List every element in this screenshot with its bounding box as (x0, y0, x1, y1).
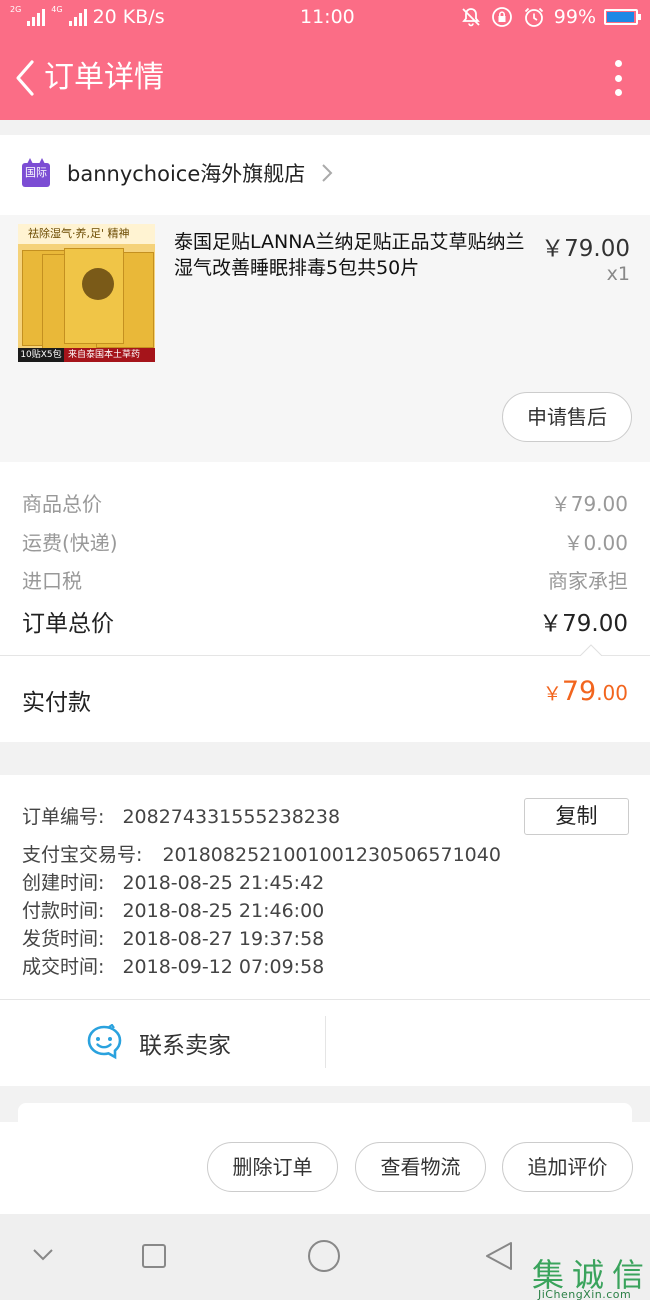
clock: 11:00 (300, 6, 355, 28)
thumbnail-origin: 来自泰国本土草药 (68, 350, 141, 360)
contact-seller-row: 联系卖家 (0, 1000, 650, 1086)
back-arrow-icon[interactable] (10, 56, 40, 100)
shop-row[interactable]: 国际 bannychoice海外旗舰店 (0, 135, 650, 215)
product-quantity: x1 (606, 263, 630, 285)
closed-time: 2018-09-12 07:09:58 (122, 956, 325, 978)
header: 订单详情 (0, 36, 650, 120)
status-left: 2G 4G 20 KB/s (10, 5, 165, 29)
paid-time-row: 付款时间: 2018-08-25 21:46:00 (22, 897, 324, 925)
caret-up-icon (580, 644, 602, 656)
shipping-value: ￥0.00 (563, 531, 628, 555)
home-circle-icon[interactable] (307, 1239, 341, 1273)
contact-seller-label[interactable]: 联系卖家 (139, 1026, 231, 1060)
price-summary: 商品总价 ￥79.00 运费(快递) ￥0.00 进口税 商家承担 订单总价 ￥… (0, 462, 650, 742)
closed-time-row: 成交时间: 2018-09-12 07:09:58 (22, 953, 324, 981)
order-total-value: ￥79.00 (539, 611, 628, 637)
import-tax-value: 商家承担 (548, 569, 628, 593)
paid-amount: ￥79.00 (543, 676, 628, 707)
paid-currency: ￥ (542, 683, 562, 705)
order-info: 订单编号: 208274331555238238 复制 支付宝交易号: 2018… (0, 775, 650, 1000)
product-thumbnail[interactable]: 祛除湿气·养,足' 精神 10贴X5包 来自泰国本土草药 (18, 224, 155, 362)
net-speed: 20 KB/s (92, 6, 165, 28)
thumbnail-footer: 10贴X5包 来自泰国本土草药 (18, 348, 155, 362)
shipped-time-row: 发货时间: 2018-08-27 19:37:58 (22, 925, 324, 953)
order-number: 208274331555238238 (122, 806, 341, 828)
status-bar: 2G 4G 20 KB/s 11:00 99% (0, 0, 650, 36)
battery-icon (604, 9, 641, 25)
signal-2-label: 4G (51, 5, 63, 14)
thumbnail-emblem (82, 268, 114, 300)
alipay-row: 支付宝交易号: 2018082521001001230506571040 (22, 841, 501, 869)
chevron-right-icon (322, 164, 333, 182)
battery-percent: 99% (553, 6, 596, 28)
order-number-row: 订单编号: 208274331555238238 (22, 803, 340, 831)
shipping-label: 运费(快递) (22, 531, 118, 555)
paid-decimal: .00 (596, 681, 628, 705)
alarm-icon (524, 7, 543, 27)
goods-total-label: 商品总价 (22, 492, 102, 516)
order-total-row: 订单总价 ￥79.00 (22, 604, 628, 638)
divider (325, 1016, 326, 1068)
watermark-url: JiChengXin.com (538, 1288, 632, 1300)
divider (0, 655, 650, 656)
view-logistics-button[interactable]: 查看物流 (355, 1142, 486, 1192)
shop-name[interactable]: bannychoice海外旗舰店 (67, 159, 305, 189)
closed-time-label: 成交时间: (22, 956, 105, 978)
signal-2-icon (68, 8, 87, 26)
back-triangle-icon[interactable] (484, 1241, 514, 1271)
thumbnail-pack-label: 10贴X5包 (18, 348, 64, 362)
goods-total-value: ￥79.00 (550, 492, 628, 516)
mute-bell-icon (461, 8, 480, 27)
order-total-label: 订单总价 (22, 611, 114, 637)
more-menu-icon[interactable] (614, 60, 622, 96)
created-time-label: 创建时间: (22, 872, 105, 894)
page-title: 订单详情 (44, 60, 164, 95)
recents-square-icon[interactable] (141, 1243, 167, 1269)
alipay-number: 2018082521001001230506571040 (162, 844, 501, 866)
after-sales-button[interactable]: 申请售后 (502, 392, 632, 442)
shipping-row: 运费(快递) ￥0.00 (22, 527, 628, 556)
created-time-row: 创建时间: 2018-08-25 21:45:42 (22, 869, 324, 897)
chevron-down-icon[interactable] (32, 1248, 54, 1262)
paid-time: 2018-08-25 21:46:00 (122, 900, 325, 922)
watermark-logo: 集 诚 信 JiChengXin.com (532, 1250, 650, 1300)
created-time: 2018-08-25 21:45:42 (122, 872, 325, 894)
shipped-time-label: 发货时间: (22, 928, 105, 950)
signal-1-label: 2G (10, 5, 22, 14)
product-item[interactable]: 祛除湿气·养,足' 精神 10贴X5包 来自泰国本土草药 泰国足贴LANNA兰纳… (0, 215, 650, 462)
action-bar: 删除订单 查看物流 追加评价 (0, 1122, 650, 1214)
order-number-label: 订单编号: (22, 806, 105, 828)
goods-total-row: 商品总价 ￥79.00 (22, 488, 628, 517)
alipay-label: 支付宝交易号: (22, 844, 143, 866)
paid-label: 实付款 (22, 690, 91, 716)
product-price: ￥79.00 (541, 236, 630, 262)
chat-smile-icon[interactable] (85, 1024, 123, 1060)
shipped-time: 2018-08-27 19:37:58 (122, 928, 325, 950)
rotation-lock-icon (491, 7, 512, 27)
status-right: 99% (460, 5, 641, 29)
product-title[interactable]: 泰国足贴LANNA兰纳足贴正品艾草贴纳兰湿气改善睡眠排毒5包共50片 (174, 229, 534, 281)
paid-time-label: 付款时间: (22, 900, 105, 922)
thumbnail-banner: 祛除湿气·养,足' 精神 (18, 224, 155, 244)
add-review-button[interactable]: 追加评价 (502, 1142, 633, 1192)
copy-button[interactable]: 复制 (524, 798, 629, 835)
paid-integer: 79 (561, 676, 597, 707)
delete-order-button[interactable]: 删除订单 (207, 1142, 338, 1192)
import-tax-row: 进口税 商家承担 (22, 565, 628, 594)
international-badge: 国际 (22, 158, 50, 187)
signal-1-icon (27, 8, 46, 26)
import-tax-label: 进口税 (22, 569, 82, 593)
